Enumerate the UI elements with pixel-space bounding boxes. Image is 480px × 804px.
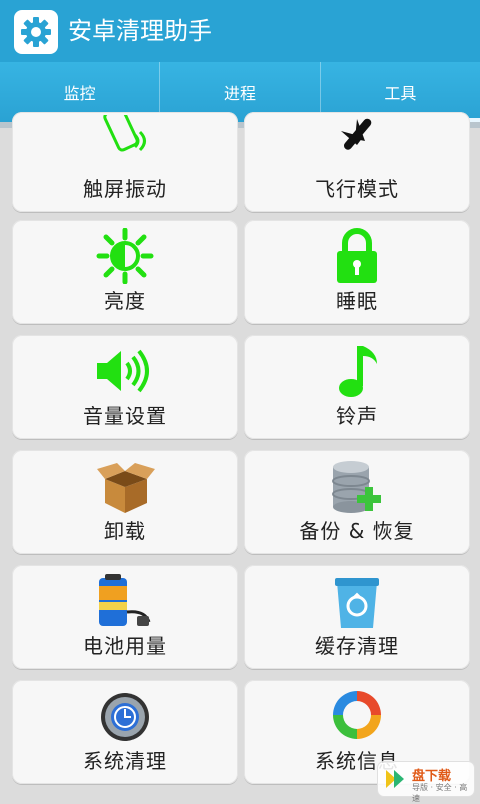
tool-label: 亮度 bbox=[104, 289, 146, 313]
tool-tile-system-clean[interactable]: 系统清理 bbox=[12, 680, 238, 784]
tool-tile-backup[interactable]: 备份 & 恢复 bbox=[244, 450, 470, 554]
tool-label: 电池用量 bbox=[83, 634, 167, 658]
tool-label: 飞行模式 bbox=[315, 177, 399, 201]
tool-tile-vibrate[interactable]: 触屏振动 bbox=[12, 112, 238, 212]
watermark: 盘下载 导版 · 安全 · 高速 bbox=[378, 762, 474, 803]
tool-tile-brightness[interactable]: 亮度 bbox=[12, 220, 238, 324]
clock-disc-icon bbox=[90, 688, 160, 744]
tool-label: 睡眠 bbox=[336, 289, 378, 313]
tool-label: 卸载 bbox=[104, 519, 146, 543]
tool-tile-cache-clean[interactable]: 缓存清理 bbox=[244, 565, 470, 669]
battery-icon bbox=[90, 573, 160, 629]
brightness-icon bbox=[90, 228, 160, 284]
tool-tile-ringtone[interactable]: 铃声 bbox=[244, 335, 470, 439]
app-bar: 安卓清理助手 bbox=[0, 0, 480, 62]
watermark-tagline: 导版 · 安全 · 高速 bbox=[412, 783, 468, 803]
music-note-icon bbox=[322, 343, 392, 399]
airplane-icon bbox=[322, 112, 392, 168]
speaker-icon bbox=[90, 343, 160, 399]
tool-label: 触屏振动 bbox=[83, 177, 167, 201]
database-add-icon bbox=[322, 458, 392, 514]
refresh-circle-icon bbox=[322, 688, 392, 744]
tool-tile-airplane[interactable]: 飞行模式 bbox=[244, 112, 470, 212]
tool-tile-battery[interactable]: 电池用量 bbox=[12, 565, 238, 669]
lock-icon bbox=[322, 228, 392, 284]
tools-grid: 触屏振动 飞行模式 亮度 睡眠 音量设置 铃声 卸载 备份 & 恢复 电池用量 … bbox=[12, 112, 470, 800]
recycle-bin-icon bbox=[322, 573, 392, 629]
tool-label: 缓存清理 bbox=[315, 634, 399, 658]
box-icon bbox=[90, 458, 160, 514]
gear-icon bbox=[14, 10, 58, 54]
tool-label: 音量设置 bbox=[83, 404, 167, 428]
tool-tile-sleep[interactable]: 睡眠 bbox=[244, 220, 470, 324]
tool-tile-uninstall[interactable]: 卸载 bbox=[12, 450, 238, 554]
vibrate-phone-icon bbox=[90, 112, 160, 168]
tool-label: 备份 & 恢复 bbox=[299, 519, 415, 543]
tool-label: 系统清理 bbox=[83, 749, 167, 773]
tool-label: 铃声 bbox=[336, 404, 378, 428]
app-title: 安卓清理助手 bbox=[68, 17, 212, 45]
fast-logo-icon bbox=[384, 766, 410, 792]
tool-tile-volume[interactable]: 音量设置 bbox=[12, 335, 238, 439]
